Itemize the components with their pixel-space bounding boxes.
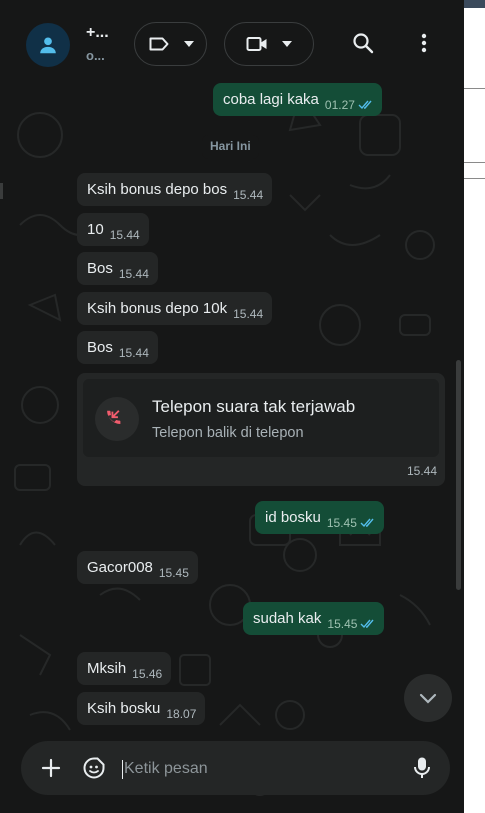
missed-call-subtitle: Telepon balik di telepon (152, 425, 304, 441)
message-bubble-incoming[interactable]: Ksih bonus depo 10k 15.44 (77, 292, 273, 325)
background-divider (464, 178, 485, 179)
message-bubble-incoming[interactable]: 10 15.44 (77, 213, 149, 246)
missed-call-icon-wrap (95, 397, 139, 441)
message-bubble-outgoing[interactable]: id bosku 15.45 (255, 501, 384, 534)
message-time: 15.45 (326, 516, 357, 530)
contact-avatar[interactable] (26, 23, 70, 67)
date-separator: Hari Ini (202, 135, 259, 159)
contact-name[interactable]: +... (86, 24, 109, 42)
message-text: Mksih (87, 660, 127, 677)
missed-call-title: Telepon suara tak terjawab (152, 397, 356, 416)
search-button[interactable] (350, 30, 376, 56)
message-text: Gacor008 (87, 559, 153, 576)
missed-call-icon (107, 410, 121, 424)
message-bubble-incoming[interactable]: Ksih bonus depo bos 15.44 (77, 173, 273, 206)
background-divider (464, 162, 485, 163)
voice-message-button[interactable] (409, 755, 435, 781)
chat-scrollbar[interactable] (456, 360, 461, 590)
message-time: 15.45 (158, 566, 189, 580)
scroll-to-bottom-button[interactable] (404, 674, 452, 722)
background-titlebar (464, 0, 485, 8)
message-time: 15.44 (118, 267, 149, 281)
message-bubble-incoming[interactable]: Mksih 15.46 (77, 652, 172, 685)
attach-button[interactable] (38, 755, 64, 781)
message-time: 18.07 (166, 707, 197, 721)
double-check-icon (360, 518, 374, 528)
message-composer: Ketik pesan (21, 741, 450, 795)
plus-icon (41, 758, 61, 778)
background-divider (464, 88, 485, 89)
mic-icon (414, 757, 430, 778)
message-time: 15.44 (406, 464, 437, 478)
message-time: 15.45 (327, 617, 358, 631)
chat-header: +... o... (0, 0, 464, 75)
message-bubble-incoming[interactable]: Ksih bosku 18.07 (77, 692, 206, 725)
left-scroll-marker (0, 183, 3, 199)
message-text: id bosku (265, 509, 321, 526)
background-window-strip (464, 0, 485, 813)
double-check-icon (360, 619, 374, 629)
message-time: 01.27 (324, 98, 355, 112)
message-text: Ksih bosku (87, 700, 161, 717)
message-text: coba lagi kaka (223, 91, 319, 108)
message-time: 15.44 (233, 188, 264, 202)
message-bubble-incoming[interactable]: Gacor008 15.45 (77, 551, 198, 584)
message-text: Bos (87, 260, 113, 277)
message-list[interactable]: coba lagi kaka 01.27 Hari Ini Ksih bonus … (0, 75, 464, 813)
message-input-placeholder: Ketik pesan (124, 760, 208, 777)
missed-call-card[interactable]: Telepon suara tak terjawab Telepon balik… (83, 379, 439, 457)
video-call-dropdown-button[interactable] (224, 22, 314, 66)
message-time: 15.44 (109, 228, 140, 242)
double-check-icon (358, 100, 372, 110)
message-input[interactable]: Ketik pesan (122, 758, 402, 780)
message-bubble-outgoing[interactable]: coba lagi kaka 01.27 (213, 83, 382, 116)
chevron-down-icon (282, 41, 292, 47)
search-icon (353, 33, 374, 54)
message-time: 15.44 (233, 307, 264, 321)
text-caret (122, 759, 123, 779)
message-text: sudah kak (253, 610, 322, 627)
more-vert-icon (421, 33, 427, 53)
message-text: Ksih bonus depo bos (87, 181, 228, 198)
message-text: 10 (87, 221, 104, 238)
message-bubble-incoming[interactable]: Bos 15.44 (77, 252, 158, 285)
chevron-down-icon (183, 41, 194, 47)
video-call-icon (246, 37, 267, 51)
label-icon (149, 37, 168, 51)
message-text: Ksih bonus depo 10k (87, 300, 228, 317)
sticker-icon (83, 757, 105, 779)
person-icon (40, 37, 56, 54)
sticker-button[interactable] (81, 755, 107, 781)
label-dropdown-button[interactable] (134, 22, 207, 66)
message-bubble-outgoing[interactable]: sudah kak 15.45 (243, 602, 385, 635)
contact-status: o... (86, 48, 105, 63)
message-time: 15.46 (132, 667, 163, 681)
whatsapp-chat-window: +... o... coba lagi kaka 01.27 Hari Ini … (0, 0, 464, 813)
chevron-down-icon (419, 693, 437, 704)
message-time: 15.44 (118, 346, 149, 360)
more-options-button[interactable] (411, 30, 437, 56)
missed-call-bubble[interactable]: Telepon suara tak terjawab Telepon balik… (77, 373, 445, 486)
message-text: Bos (87, 339, 113, 356)
message-bubble-incoming[interactable]: Bos 15.44 (77, 331, 158, 364)
